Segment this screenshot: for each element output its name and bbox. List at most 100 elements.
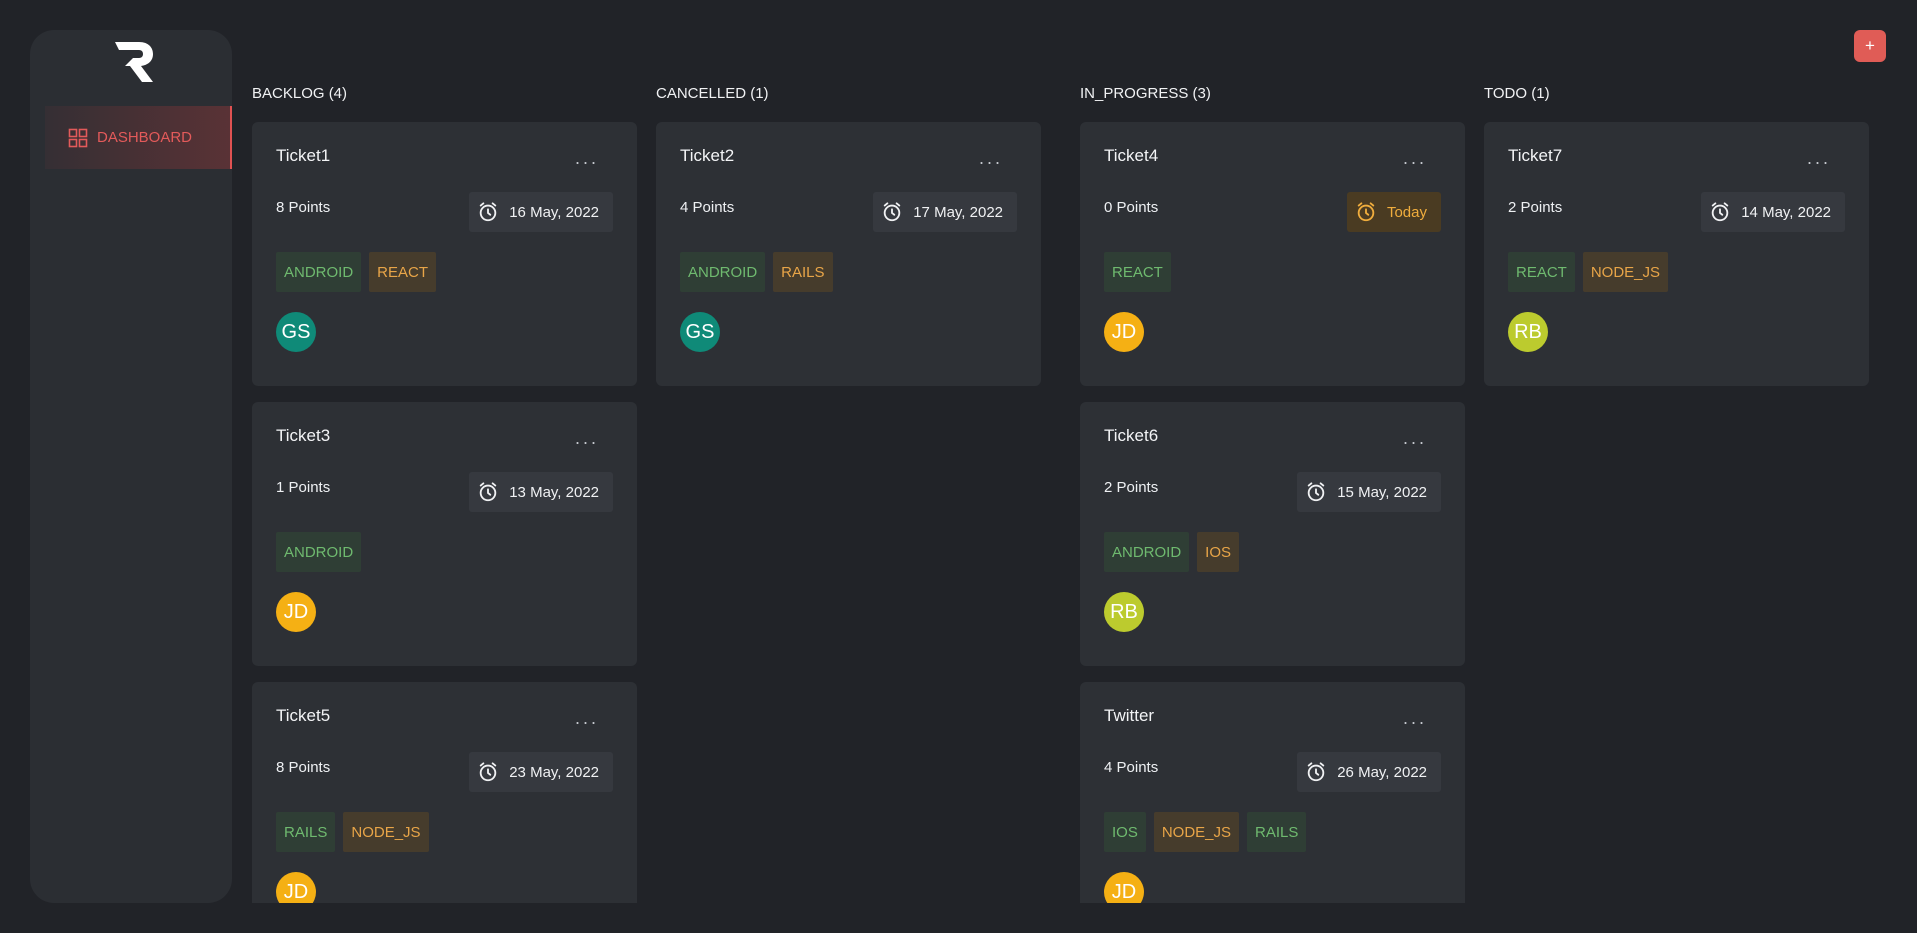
column-header: IN_PROGRESS (3)	[1080, 85, 1211, 102]
tag-badge: NODE_JS	[1153, 812, 1240, 852]
alarm-clock-icon	[1709, 201, 1741, 223]
more-options-icon[interactable]: ...	[575, 428, 599, 449]
alarm-clock-icon	[477, 201, 509, 223]
due-date-badge: 15 May, 2022	[1297, 472, 1441, 512]
ticket-points: 8 Points	[276, 758, 331, 776]
ticket-title: Ticket1	[276, 146, 331, 165]
avatar: RB	[1104, 592, 1144, 632]
grid-icon	[68, 128, 88, 148]
tag-badge: ANDROID	[1104, 532, 1190, 572]
sidebar-item-label: DASHBOARD	[97, 129, 193, 146]
ticket-card[interactable]: Ticket1... 8 Points 16 May, 2022 ANDROID REA…	[252, 122, 637, 386]
due-date-text: 23 May, 2022	[509, 763, 599, 781]
ticket-title: Ticket2	[680, 146, 735, 165]
avatar: JD	[276, 592, 316, 632]
tag-badge: RAILS	[276, 812, 336, 852]
ticket-card[interactable]: Ticket7... 2 Points 14 May, 2022 REACT NODE_…	[1484, 122, 1869, 386]
app-logo[interactable]	[109, 38, 157, 86]
column-body: Ticket2... 4 Points 17 May, 2022 ANDROID RAI…	[656, 122, 1041, 903]
due-date-text: 14 May, 2022	[1741, 203, 1831, 221]
ticket-card[interactable]: Ticket4... 0 Points Today REACT JD	[1080, 122, 1465, 386]
alarm-clock-icon	[477, 481, 509, 503]
tag-badge: NODE_JS	[343, 812, 429, 852]
tag-badge: RAILS	[1247, 812, 1307, 852]
ticket-title: Twitter	[1104, 706, 1155, 725]
tag-badge: NODE_JS	[1582, 252, 1669, 292]
ticket-meta-row: 1 Points 13 May, 2022	[276, 472, 613, 512]
due-date-badge: 14 May, 2022	[1701, 192, 1845, 232]
ticket-title: Ticket4	[1104, 146, 1159, 165]
ticket-meta-row: 2 Points 15 May, 2022	[1104, 472, 1441, 512]
tag-list: ANDROID	[276, 532, 613, 572]
ticket-card[interactable]: Ticket2... 4 Points 17 May, 2022 ANDROID RAI…	[656, 122, 1041, 386]
ticket-points: 2 Points	[1508, 198, 1563, 216]
alarm-clock-icon	[881, 201, 913, 223]
ticket-card[interactable]: Ticket3... 1 Points 13 May, 2022 ANDROID JD	[252, 402, 637, 666]
ticket-meta-row: 8 Points 23 May, 2022	[276, 752, 613, 792]
due-date-text: 17 May, 2022	[913, 203, 1003, 221]
tag-list: RAILS NODE_JS	[276, 812, 613, 852]
ticket-title: Ticket6	[1104, 426, 1159, 445]
due-date-badge: 17 May, 2022	[873, 192, 1017, 232]
tag-list: REACT NODE_JS	[1508, 252, 1845, 292]
due-date-badge: Today	[1346, 192, 1441, 232]
ticket-card[interactable]: Twitter... 4 Points 26 May, 2022 IOS NODE_JS…	[1080, 682, 1465, 903]
ticket-title: Ticket5	[276, 706, 331, 725]
more-options-icon[interactable]: ...	[575, 148, 599, 169]
ticket-title: Ticket3	[276, 426, 331, 445]
tag-list: ANDROID RAILS	[680, 252, 1017, 292]
alarm-clock-icon	[1305, 761, 1337, 783]
ticket-meta-row: 4 Points 26 May, 2022	[1104, 752, 1441, 792]
ticket-points: 0 Points	[1104, 198, 1159, 216]
tag-badge: RAILS	[773, 252, 833, 292]
avatar: GS	[276, 312, 316, 352]
ticket-points: 4 Points	[1104, 758, 1159, 776]
ticket-points: 1 Points	[276, 478, 331, 496]
due-date-text: 13 May, 2022	[509, 483, 599, 501]
ticket-card[interactable]: Ticket5... 8 Points 23 May, 2022 RAILS NODE_…	[252, 682, 637, 903]
column-body: Ticket7... 2 Points 14 May, 2022 REACT NODE_…	[1484, 122, 1869, 903]
tag-list: REACT	[1104, 252, 1441, 292]
sidebar: DASHBOARD	[30, 30, 232, 903]
column-header: BACKLOG (4)	[252, 85, 348, 102]
avatar: JD	[1104, 872, 1144, 903]
tag-badge: ANDROID	[276, 532, 362, 572]
tag-badge: IOS	[1197, 532, 1240, 572]
due-date-badge: 16 May, 2022	[469, 192, 613, 232]
more-options-icon[interactable]: ...	[575, 708, 599, 729]
due-date-text: 15 May, 2022	[1337, 483, 1427, 501]
due-date-badge: 23 May, 2022	[469, 752, 613, 792]
ticket-meta-row: 2 Points 14 May, 2022	[1508, 192, 1845, 232]
tag-badge: ANDROID	[276, 252, 362, 292]
add-ticket-button[interactable]: +	[1854, 30, 1886, 62]
alarm-clock-icon	[1355, 201, 1387, 223]
avatar: JD	[1104, 312, 1144, 352]
due-date-text: 26 May, 2022	[1337, 763, 1427, 781]
more-options-icon[interactable]: ...	[1403, 428, 1427, 449]
alarm-clock-icon	[477, 761, 509, 783]
board-column: TODO (1) Ticket7... 2 Points 14 May, 2022 RE…	[1484, 84, 1869, 903]
more-options-icon[interactable]: ...	[1403, 708, 1427, 729]
ticket-card[interactable]: Ticket6... 2 Points 15 May, 2022 ANDROID IOS…	[1080, 402, 1465, 666]
sidebar-item-dashboard[interactable]: DASHBOARD	[45, 106, 232, 169]
tag-badge: IOS	[1104, 812, 1146, 852]
more-options-icon[interactable]: ...	[1403, 148, 1427, 169]
ticket-points: 2 Points	[1104, 478, 1159, 496]
ticket-points: 4 Points	[680, 198, 735, 216]
due-date-badge: 13 May, 2022	[469, 472, 613, 512]
more-options-icon[interactable]: ...	[1807, 148, 1831, 169]
board-column: CANCELLED (1) Ticket2... 4 Points 17 May, 2…	[656, 84, 1041, 903]
ticket-points: 8 Points	[276, 198, 331, 216]
board-column: BACKLOG (4) Ticket1... 8 Points 16 May, 202…	[252, 84, 637, 903]
column-header: TODO (1)	[1484, 85, 1550, 102]
board-column: IN_PROGRESS (3) Ticket4... 0 Points Today RE…	[1080, 84, 1465, 903]
due-date-text: 16 May, 2022	[509, 203, 599, 221]
tag-list: ANDROID IOS	[1104, 532, 1441, 572]
more-options-icon[interactable]: ...	[979, 148, 1003, 169]
tag-badge: REACT	[1104, 252, 1171, 292]
due-date-text: Today	[1386, 203, 1427, 221]
tag-badge: REACT	[369, 252, 437, 292]
column-body: Ticket4... 0 Points Today REACT JD Ticket6...…	[1080, 122, 1465, 903]
column-header: CANCELLED (1)	[656, 85, 769, 102]
ticket-meta-row: 0 Points Today	[1104, 192, 1441, 232]
